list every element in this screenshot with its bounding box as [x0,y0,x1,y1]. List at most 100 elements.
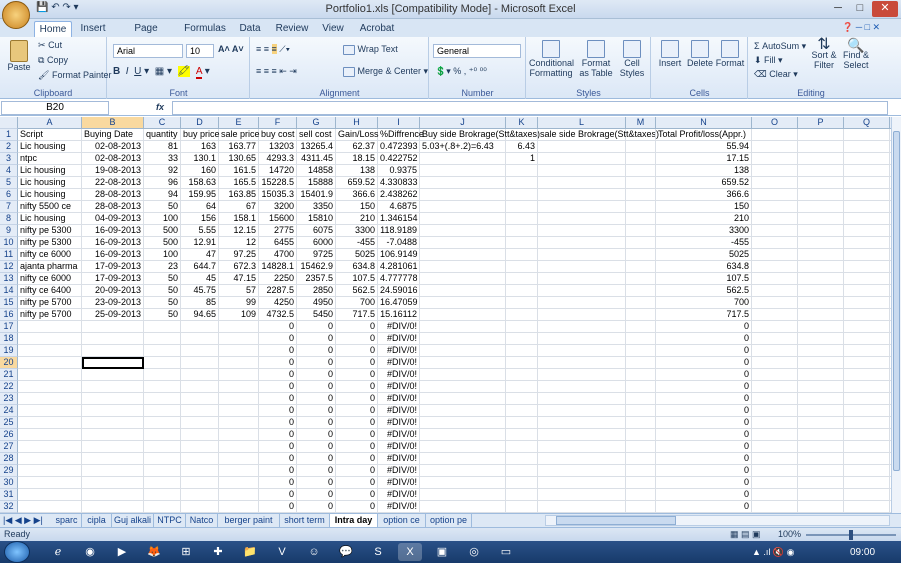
cell[interactable]: nifty ce 6000 [18,273,82,285]
cell[interactable] [219,321,259,333]
format-cells-button[interactable]: Format [715,40,745,68]
cell[interactable] [420,441,506,453]
cell[interactable] [506,369,538,381]
cell[interactable]: 0 [336,477,378,489]
cell[interactable]: 0 [259,405,297,417]
cell[interactable]: 0 [297,465,336,477]
cell[interactable] [844,333,890,345]
cell[interactable]: 0 [336,489,378,501]
cell[interactable] [798,489,844,501]
row-header[interactable]: 5 [0,177,18,189]
cell[interactable]: 717.5 [656,309,752,321]
cell[interactable] [181,453,219,465]
cell[interactable]: 0 [656,357,752,369]
cell[interactable] [420,345,506,357]
row-header[interactable]: 22 [0,381,18,393]
sheet-tab-cipla[interactable]: cipla [82,514,112,527]
cell[interactable]: 0 [297,345,336,357]
cell[interactable]: 366.6 [656,189,752,201]
cell[interactable]: 17.15 [656,153,752,165]
font-name-select[interactable]: Arial [113,44,183,58]
cell[interactable] [420,201,506,213]
cell[interactable] [626,141,656,153]
cell[interactable]: 0 [297,453,336,465]
cell[interactable]: 0.472393 [378,141,420,153]
cell[interactable] [844,501,890,513]
row-header[interactable]: 16 [0,309,18,321]
cell[interactable]: 160 [181,165,219,177]
cell[interactable]: 0 [259,453,297,465]
cell[interactable] [506,417,538,429]
cell[interactable]: 4293.3 [259,153,297,165]
cell[interactable]: nifty pe 5700 [18,309,82,321]
cell[interactable]: 0 [297,369,336,381]
cell[interactable] [82,393,144,405]
cell[interactable] [798,177,844,189]
align-top-buttons[interactable]: ≡ ≡ ≡ ⟋▾ [256,44,290,55]
cell[interactable] [538,477,626,489]
cell[interactable] [506,381,538,393]
cell[interactable]: #DIV/0! [378,357,420,369]
cell[interactable]: Lic housing [18,141,82,153]
cell[interactable]: 15401.9 [297,189,336,201]
cell[interactable]: 659.52 [656,177,752,189]
cell[interactable] [798,381,844,393]
cell[interactable]: 0 [656,477,752,489]
cell[interactable]: 109 [219,309,259,321]
cell[interactable]: 47.15 [219,273,259,285]
cell[interactable] [420,273,506,285]
autosum-button[interactable]: Σ AutoSum ▾ [754,41,806,52]
maximize-button[interactable]: □ [850,1,870,17]
cell[interactable] [506,273,538,285]
cell[interactable]: 0 [259,441,297,453]
row-header[interactable]: 15 [0,297,18,309]
vlc-icon[interactable]: V [270,543,294,561]
cell[interactable] [144,465,181,477]
cell[interactable]: 0 [336,345,378,357]
row-header[interactable]: 30 [0,477,18,489]
cell[interactable]: 500 [144,225,181,237]
cell[interactable]: 0 [336,453,378,465]
cell[interactable] [538,285,626,297]
cell[interactable] [752,225,798,237]
view-buttons[interactable]: ▦ ▤ ▣ [730,529,761,540]
cell[interactable]: 2.438262 [378,189,420,201]
cell[interactable]: 17-09-2013 [82,273,144,285]
cell[interactable]: 2357.5 [297,273,336,285]
cell[interactable]: #DIV/0! [378,489,420,501]
cell[interactable]: 0 [297,321,336,333]
cell[interactable] [18,417,82,429]
cell[interactable] [626,249,656,261]
cell[interactable] [752,429,798,441]
cell[interactable] [626,165,656,177]
media-player-icon[interactable]: ▶ [110,543,134,561]
cell[interactable] [752,141,798,153]
cell[interactable] [798,165,844,177]
row-header[interactable]: 25 [0,417,18,429]
cell[interactable]: 12.15 [219,225,259,237]
h-scroll-thumb[interactable] [556,516,676,525]
row-header[interactable]: 23 [0,393,18,405]
cell[interactable] [18,345,82,357]
cell[interactable] [506,189,538,201]
cell[interactable] [626,333,656,345]
cell[interactable]: #DIV/0! [378,477,420,489]
row-header[interactable]: 10 [0,237,18,249]
row-header[interactable]: 21 [0,369,18,381]
cell[interactable]: 0 [336,357,378,369]
cell[interactable] [538,357,626,369]
cell[interactable] [626,321,656,333]
cell[interactable]: 0 [656,405,752,417]
cell[interactable] [420,369,506,381]
cell[interactable]: 150 [336,201,378,213]
cell[interactable]: #DIV/0! [378,501,420,513]
cell[interactable]: 634.8 [336,261,378,273]
cell[interactable] [181,369,219,381]
row-header[interactable]: 6 [0,189,18,201]
cell[interactable]: nifty pe 5300 [18,237,82,249]
formula-input[interactable] [172,101,888,115]
cell[interactable] [798,225,844,237]
cell[interactable] [844,297,890,309]
column-header-n[interactable]: N [656,117,752,129]
cell[interactable] [752,297,798,309]
